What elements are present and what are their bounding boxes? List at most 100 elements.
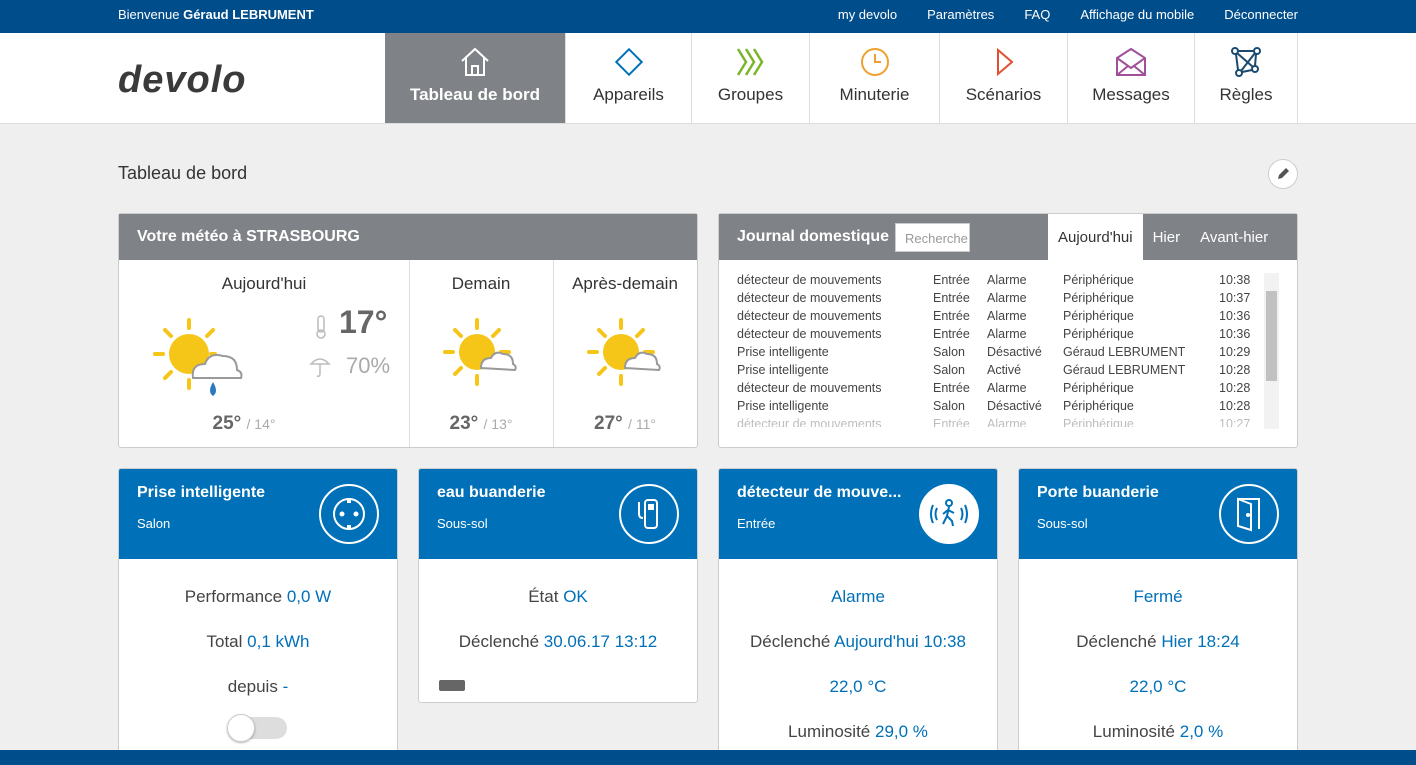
link-logout[interactable]: Déconnecter [1224,7,1298,22]
sun-cloud-icon [587,318,661,386]
device-card-door[interactable]: Porte buanderie Sous-sol Fermé Déclenché… [1018,468,1298,765]
journal-row: Prise intelligente Salon Désactivé Périphér… [737,399,1267,417]
since-line: depuis - [119,677,397,697]
label: Luminosité [788,722,871,741]
journal-scrollbar[interactable] [1264,273,1279,429]
value: Aujourd'hui 10:38 [834,632,966,651]
play-icon [996,47,1014,77]
journal-event: Activé [987,363,1022,377]
journal-row: détecteur de mouvements Entrée Alarme Périp… [737,381,1267,399]
device-card-plug[interactable]: Prise intelligente Salon Performance 0,0… [118,468,398,765]
nav-regles[interactable]: Règles [1195,33,1298,123]
journal-time: 10:38 [1219,273,1251,287]
after-high: 27° [594,413,623,434]
current-temp: 17° [339,304,388,340]
triggered-line: Déclenché Hier 18:24 [1019,632,1297,652]
journal-event: Alarme [987,309,1027,323]
value: 0,1 kWh [247,632,310,651]
socket-icon [319,484,379,544]
edit-dashboard-button[interactable] [1268,159,1298,189]
device-card-water[interactable]: eau buanderie Sous-sol État OK Déclenché… [418,468,698,703]
tab-today[interactable]: Aujourd'hui [1048,214,1143,260]
value: 0,0 W [286,587,332,606]
journal-row: détecteur de mouvements Entrée Alarme Périp… [737,417,1267,427]
today-high: 25° [212,413,242,434]
page-title: Tableau de bord [118,163,248,183]
toggle-knob[interactable] [227,714,255,742]
nav-appareils[interactable]: Appareils [566,33,692,123]
scrollbar-thumb[interactable] [1266,291,1277,381]
journal-row: détecteur de mouvements Entrée Alarme Périp… [737,327,1267,345]
pencil-icon [1278,168,1289,179]
journal-row: Prise intelligente Salon Activé Géraud LEBR… [737,363,1267,381]
nav-label: Règles [1219,85,1273,104]
welcome-text: Bienvenue Géraud LEBRUMENT [118,7,314,22]
water-sensor-icon [619,484,679,544]
tab-day-before[interactable]: Avant-hier [1190,214,1278,260]
weather-today: Aujourd'hui 17° 70% 25° / 14° [119,260,409,447]
card-title: détecteur de mouve... [737,484,902,501]
home-icon [461,47,489,76]
nav-groupes[interactable]: Groupes [692,33,810,123]
luminosity-line: Luminosité 2,0 % [1019,722,1297,742]
journal-event: Désactivé [987,399,1042,413]
link-faq[interactable]: FAQ [1024,7,1050,22]
today-low: / 14° [246,416,276,432]
user-name: Géraud LEBRUMENT [183,7,314,22]
device-card-motion[interactable]: détecteur de mouve... Entrée Alarme Décl… [718,468,998,765]
tomorrow-low: / 13° [483,416,513,432]
link-mobile-view[interactable]: Affichage du mobile [1080,7,1194,22]
card-room: Sous-sol [437,516,488,531]
journal-room: Salon [933,345,965,359]
link-my-devolo[interactable]: my devolo [838,7,897,22]
network-icon [1231,47,1261,77]
thermometer-icon [316,315,326,339]
journal-search-input[interactable]: Recherche [895,223,970,252]
weather-after-tomorrow: Après-demain 27° / 11° [553,260,697,447]
diamond-icon [614,47,643,77]
card-room: Salon [137,516,171,531]
triggered-line: Déclenché Aujourd'hui 10:38 [719,632,997,652]
nav-messages[interactable]: Messages [1068,33,1195,123]
journal-device: détecteur de mouvements [737,291,882,305]
journal-device: détecteur de mouvements [737,309,882,323]
clock-icon [860,48,889,76]
journal-source: Périphérique [1063,417,1134,427]
card-header: Prise intelligente Salon [119,469,397,559]
nav-tableau-de-bord[interactable]: Tableau de bord [385,33,566,123]
tomorrow-high: 23° [449,413,479,434]
journal-source: Périphérique [1063,327,1134,341]
card-room: Entrée [737,516,776,531]
tab-yesterday[interactable]: Hier [1143,214,1191,260]
journal-source: Géraud LEBRUMENT [1063,363,1186,377]
journal-device: Prise intelligente [737,399,829,413]
label: Luminosité [1092,722,1175,741]
journal-header: Journal domestique Recherche Aujourd'hui… [719,214,1297,260]
card-header: Porte buanderie Sous-sol [1019,469,1297,559]
link-parametres[interactable]: Paramètres [927,7,994,22]
journal-time: 10:27 [1219,417,1251,427]
journal-device: Prise intelligente [737,345,829,359]
journal-event: Alarme [987,327,1027,341]
journal-device: détecteur de mouvements [737,327,882,341]
journal-row: détecteur de mouvements Entrée Alarme Périp… [737,273,1267,291]
door-icon [1219,484,1279,544]
journal-device: détecteur de mouvements [737,417,882,427]
total-line: Total 0,1 kWh [119,632,397,652]
journal-room: Entrée [933,381,970,395]
devolo-logo[interactable]: devolo [118,59,246,102]
performance-line: Performance 0,0 W [119,587,397,607]
nav-scenarios[interactable]: Scénarios [940,33,1068,123]
triggered-line: Déclenché 30.06.17 13:12 [419,632,697,652]
value: 29,0 % [875,722,928,741]
card-title: eau buanderie [437,484,546,501]
today-label: Aujourd'hui [221,274,307,293]
journal-event: Désactivé [987,345,1042,359]
nav-minuterie[interactable]: Minuterie [810,33,940,123]
top-bar: Bienvenue Géraud LEBRUMENT my devolo Par… [0,0,1416,33]
journal-room: Entrée [933,417,970,427]
power-toggle[interactable] [227,714,287,742]
after-label: Après-demain [572,274,678,293]
battery-icon [439,680,465,691]
sun-cloud-icon [443,318,517,386]
